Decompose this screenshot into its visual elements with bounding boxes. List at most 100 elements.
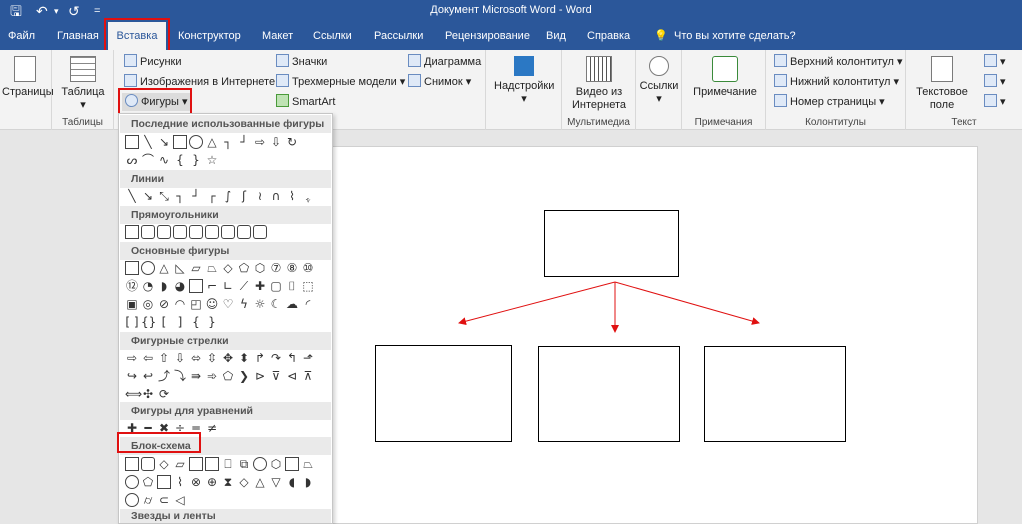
folded-corner-icon[interactable]: ◰ <box>189 297 203 311</box>
table-button[interactable]: Таблица ▾ <box>58 56 108 112</box>
circular-arrow-icon[interactable]: ⟳ <box>157 387 171 401</box>
left-callout-icon[interactable]: ⊲ <box>285 369 299 383</box>
teardrop-icon[interactable]: ◕ <box>173 279 187 293</box>
curved-down-arrow-icon[interactable]: ⤵ <box>173 369 187 383</box>
flowchart-preparation-icon[interactable]: ⬡ <box>269 457 283 471</box>
plaque-icon[interactable]: ▢ <box>269 279 283 293</box>
chord-icon[interactable]: ◗ <box>157 279 171 293</box>
comment-button[interactable]: Примечание <box>690 56 760 99</box>
textbox-shape-icon[interactable] <box>125 135 139 149</box>
pentagon-icon[interactable]: ⬠ <box>237 261 251 275</box>
up-callout-icon[interactable]: ⊼ <box>301 369 315 383</box>
lightning-icon[interactable]: ϟ <box>237 297 251 311</box>
curved-right-arrow-icon[interactable]: ↪ <box>125 369 139 383</box>
block-arc-icon[interactable]: ◠ <box>173 297 187 311</box>
text-option-1[interactable]: ▾ <box>984 53 1006 71</box>
freeform-icon[interactable]: ᔕ <box>125 153 139 167</box>
tab-review[interactable]: Рецензирование <box>439 22 536 50</box>
flowchart-punched-tape-icon[interactable]: ⌇ <box>173 475 187 489</box>
diagonal-stripe-icon[interactable]: ⟋ <box>237 279 251 293</box>
cloud-icon[interactable]: ☁ <box>285 297 299 311</box>
star-icon[interactable]: ☆ <box>205 153 219 167</box>
left-block-arrow-icon[interactable]: ⇦ <box>141 351 155 365</box>
flowchart-right-box[interactable] <box>704 346 846 442</box>
hexagon-icon[interactable]: ⬡ <box>253 261 267 275</box>
parallelogram-icon[interactable]: ▱ <box>189 261 203 275</box>
right-brace-basic-icon[interactable]: } <box>205 315 219 329</box>
scribble-icon[interactable]: ﮩ <box>301 189 315 203</box>
addins-button[interactable]: Надстройки ▾ <box>494 56 554 106</box>
flowchart-internal-storage-icon[interactable] <box>205 457 219 471</box>
icons-button[interactable]: Значки <box>276 53 327 71</box>
snip-round-icon[interactable] <box>205 225 219 239</box>
flowchart-decision-icon[interactable]: ◇ <box>157 457 171 471</box>
elbow-double-arrow-icon[interactable]: ┌ <box>205 189 219 203</box>
double-bracket-icon[interactable]: [ ] <box>125 315 139 329</box>
elbow-arrow-line-icon[interactable]: ┘ <box>189 189 203 203</box>
links-button[interactable]: Ссылки ▾ <box>638 56 680 106</box>
tell-me-search[interactable]: Что вы хотите сделать? <box>668 22 802 50</box>
flowchart-middle-box[interactable] <box>538 346 680 442</box>
right-triangle-icon[interactable]: ◺ <box>173 261 187 275</box>
left-bracket-icon[interactable]: [ <box>157 315 171 329</box>
footer-button[interactable]: Нижний колонтитул ▾ <box>774 73 899 91</box>
left-brace-icon[interactable]: { <box>173 153 187 167</box>
flowchart-magnetic-disk-icon[interactable]: ⌭ <box>141 493 155 507</box>
document-page[interactable] <box>330 146 978 524</box>
flowchart-delay-icon[interactable]: ◗ <box>301 475 315 489</box>
u-turn-arrow-icon[interactable]: ↷ <box>269 351 283 365</box>
flowchart-document-icon[interactable]: ⎕ <box>221 457 235 471</box>
left-brace-basic-icon[interactable]: { <box>189 315 203 329</box>
textbox-button[interactable]: Текстовое поле <box>912 56 972 112</box>
octagon-icon[interactable]: ⑧ <box>285 261 299 275</box>
smiley-icon[interactable]: ☺ <box>205 297 219 311</box>
right-bracket-icon[interactable]: ] <box>173 315 187 329</box>
no-symbol-icon[interactable]: ⊘ <box>157 297 171 311</box>
diamond-icon[interactable]: ◇ <box>221 261 235 275</box>
line-shape-icon[interactable]: ╲ <box>141 135 155 149</box>
round-single-corner-icon[interactable] <box>221 225 235 239</box>
bevel-icon[interactable]: ▣ <box>125 297 139 311</box>
elbow-arrow-icon[interactable]: ┘ <box>237 135 251 149</box>
dodecagon-icon[interactable]: ⑫ <box>125 279 139 293</box>
flowchart-direct-storage-icon[interactable]: ⊂ <box>157 493 171 507</box>
elbow-line-icon[interactable]: ┐ <box>173 189 187 203</box>
bent-up-arrow-icon[interactable]: ⬏ <box>301 351 315 365</box>
heptagon-icon[interactable]: ⑦ <box>269 261 283 275</box>
tab-references[interactable]: Ссылки <box>307 22 358 50</box>
tab-design[interactable]: Конструктор <box>172 22 247 50</box>
flowchart-data-icon[interactable]: ▱ <box>173 457 187 471</box>
flowchart-summing-junction-icon[interactable]: ⊗ <box>189 475 203 489</box>
cube-shape-icon[interactable]: ⬚ <box>301 279 315 293</box>
double-brace-icon[interactable]: {} <box>141 315 156 329</box>
pentagon-arrow-icon[interactable]: ⬠ <box>221 369 235 383</box>
left-up-arrow-icon[interactable]: ↰ <box>285 351 299 365</box>
down-callout-icon[interactable]: ⊽ <box>269 369 283 383</box>
chevron-arrow-icon[interactable]: ❯ <box>237 369 251 383</box>
online-video-button[interactable]: Видео из Интернета <box>566 56 632 112</box>
curve-line-icon[interactable]: ∩ <box>269 189 283 203</box>
can-icon[interactable]: ⌷ <box>285 279 299 293</box>
flowchart-sort-icon[interactable]: ◇ <box>237 475 251 489</box>
chart-button[interactable]: Диаграмма <box>408 53 481 71</box>
round-diagonal-icon[interactable] <box>253 225 267 239</box>
curved-arrow-icon[interactable]: ↻ <box>285 135 299 149</box>
left-right-up-arrow-icon[interactable]: ⬍ <box>237 351 251 365</box>
right-arrow-shape-icon[interactable]: ⇨ <box>253 135 267 149</box>
line-icon[interactable]: ╲ <box>125 189 139 203</box>
right-brace-icon[interactable]: } <box>189 153 203 167</box>
flowchart-top-box[interactable] <box>544 210 679 277</box>
curved-up-arrow-icon[interactable]: ⤴ <box>157 369 171 383</box>
tab-mailings[interactable]: Рассылки <box>368 22 429 50</box>
flowchart-manual-operation-icon[interactable]: ⏢ <box>301 457 315 471</box>
textbox-basic-icon[interactable] <box>125 261 139 275</box>
flowchart-manual-input-icon[interactable] <box>285 457 299 471</box>
flowchart-connector-icon[interactable] <box>125 475 139 489</box>
frame-icon[interactable] <box>189 279 203 293</box>
text-option-3[interactable]: ▾ <box>984 93 1006 111</box>
rect-icon[interactable] <box>125 225 139 239</box>
flowchart-extract-icon[interactable]: △ <box>253 475 267 489</box>
curved-double-arrow-icon[interactable]: ≀ <box>253 189 267 203</box>
quad-callout-icon[interactable]: ✣ <box>141 387 155 401</box>
triangle-basic-icon[interactable]: △ <box>157 261 171 275</box>
